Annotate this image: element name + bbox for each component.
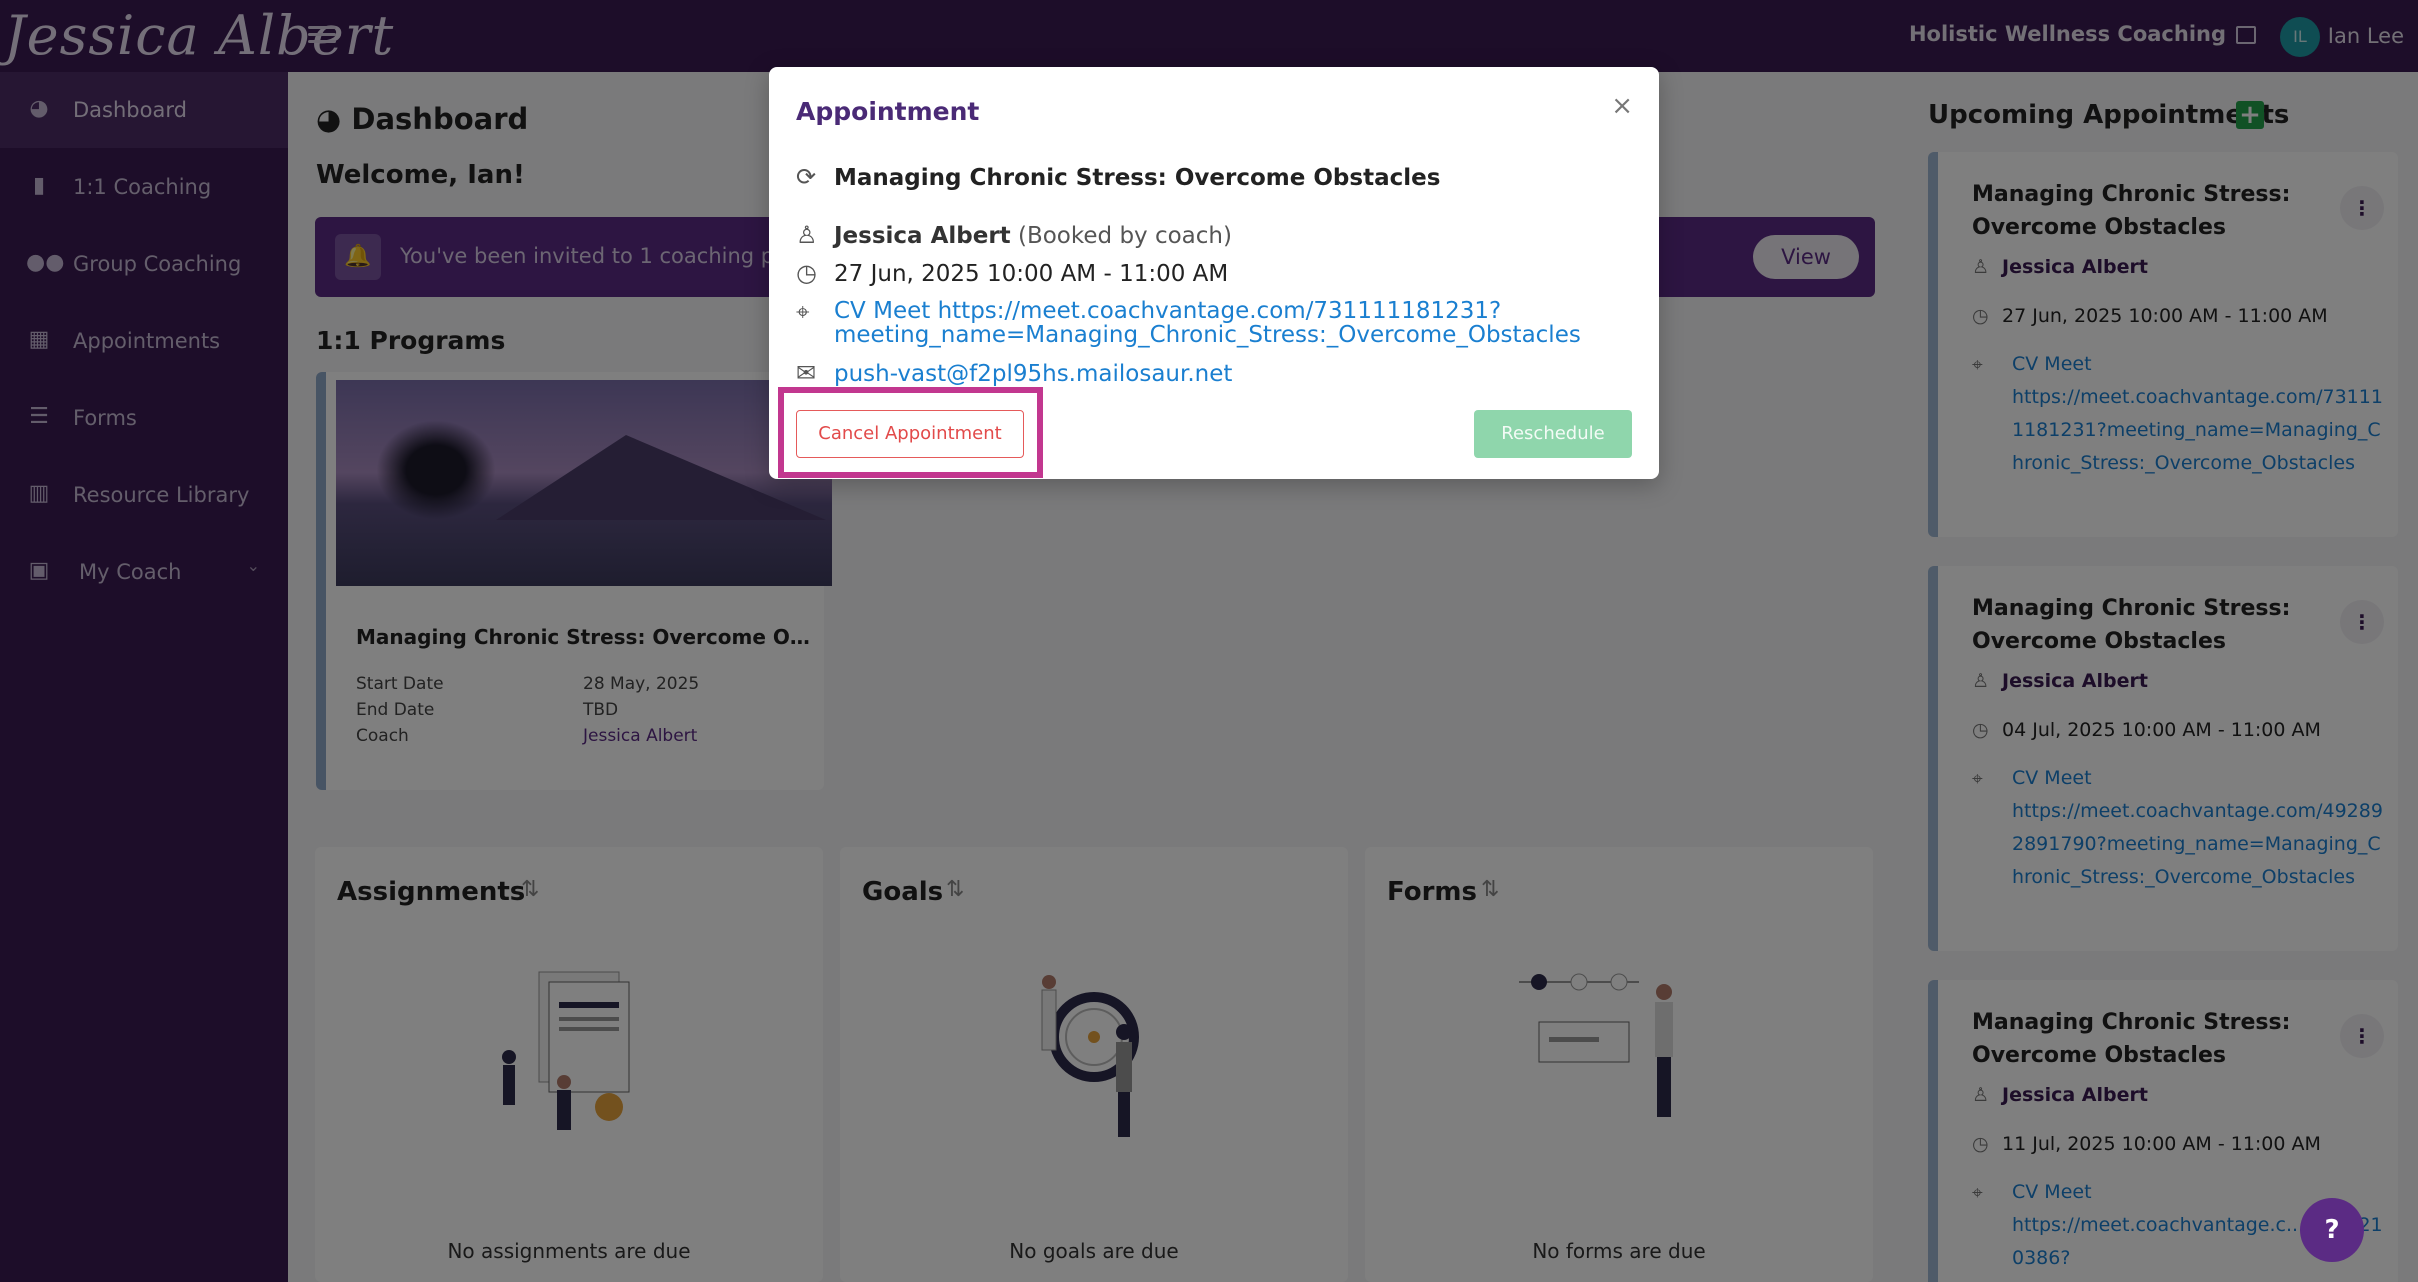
location-row: ⌖ (796, 298, 834, 326)
clock-icon: ◷ (796, 259, 817, 287)
close-icon[interactable]: × (1611, 91, 1633, 121)
coach-row: ♙ Jessica Albert (Booked by coach) (796, 221, 1232, 249)
recurring-icon: ⟳ (796, 163, 817, 191)
envelope-icon: ✉ (796, 359, 817, 387)
location-pin-icon: ⌖ (796, 298, 810, 326)
time-row: ◷ 27 Jun, 2025 10:00 AM - 11:00 AM (796, 259, 1228, 287)
modal-title: Appointment (796, 97, 980, 126)
appointment-modal: Appointment × ⟳ Managing Chronic Stress: … (769, 67, 1659, 479)
reschedule-button[interactable]: Reschedule (1474, 410, 1632, 458)
cancel-appointment-button[interactable]: Cancel Appointment (796, 410, 1024, 458)
session-row: ⟳ Managing Chronic Stress: Overcome Obsta… (796, 163, 1440, 191)
coach-name: Jessica Albert (834, 223, 1011, 249)
meeting-link-line-2[interactable]: meeting_name=Managing_Chronic_Stress:_Ov… (834, 323, 1581, 347)
email-link[interactable]: push-vast@f2pl95hs.mailosaur.net (834, 361, 1232, 387)
help-button[interactable]: ? (2300, 1198, 2364, 1262)
appointment-time: 27 Jun, 2025 10:00 AM - 11:00 AM (834, 261, 1229, 287)
booked-by: (Booked by coach) (1017, 223, 1232, 249)
person-icon: ♙ (796, 221, 818, 249)
email-row: ✉ push-vast@f2pl95hs.mailosaur.net (796, 359, 1232, 387)
session-name: Managing Chronic Stress: Overcome Obstac… (834, 165, 1441, 191)
meeting-link-line-1[interactable]: CV Meet https://meet.coachvantage.com/73… (834, 299, 1501, 323)
